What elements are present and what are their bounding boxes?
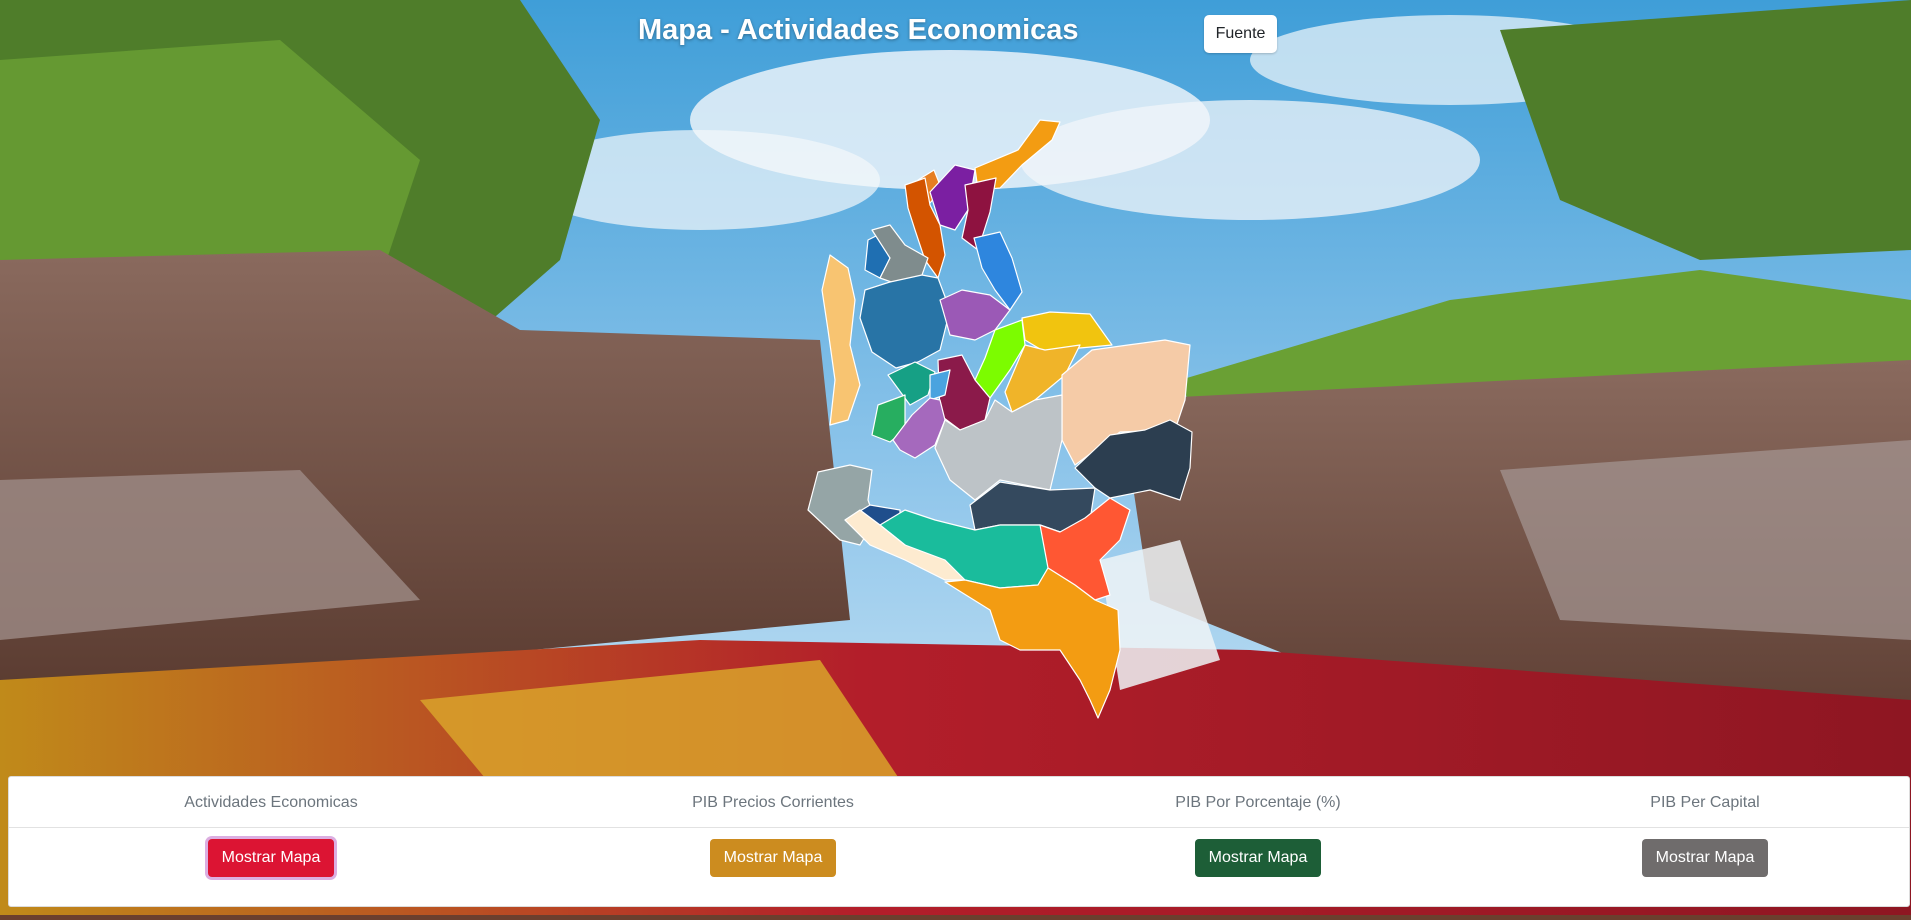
actividades-economicas-show-map-button[interactable]: Mostrar Mapa (208, 839, 334, 877)
source-button[interactable]: Fuente (1204, 15, 1277, 53)
pib-precios-corrientes-show-map-button[interactable]: Mostrar Mapa (710, 839, 836, 877)
pib-per-capital-label: PIB Per Capital (1650, 794, 1760, 811)
actividades-economicas-card: Actividades Economicas Mostrar Mapa (121, 777, 421, 906)
pib-por-porcentaje-show-map-button[interactable]: Mostrar Mapa (1195, 839, 1321, 877)
page-title: Mapa - Actividades Economicas (638, 14, 1079, 46)
pib-precios-corrientes-card: PIB Precios Corrientes Mostrar Mapa (623, 777, 923, 906)
pib-por-porcentaje-label: PIB Por Porcentaje (%) (1175, 794, 1341, 811)
pib-per-capital-card: PIB Per Capital Mostrar Mapa (1555, 777, 1855, 906)
actividades-economicas-label: Actividades Economicas (184, 794, 358, 811)
pib-per-capital-show-map-button[interactable]: Mostrar Mapa (1642, 839, 1768, 877)
map-selector-panel: Actividades Economicas Mostrar Mapa PIB … (8, 776, 1910, 907)
pib-por-porcentaje-card: PIB Por Porcentaje (%) Mostrar Mapa (1108, 777, 1408, 906)
pib-precios-corrientes-label: PIB Precios Corrientes (692, 794, 854, 811)
